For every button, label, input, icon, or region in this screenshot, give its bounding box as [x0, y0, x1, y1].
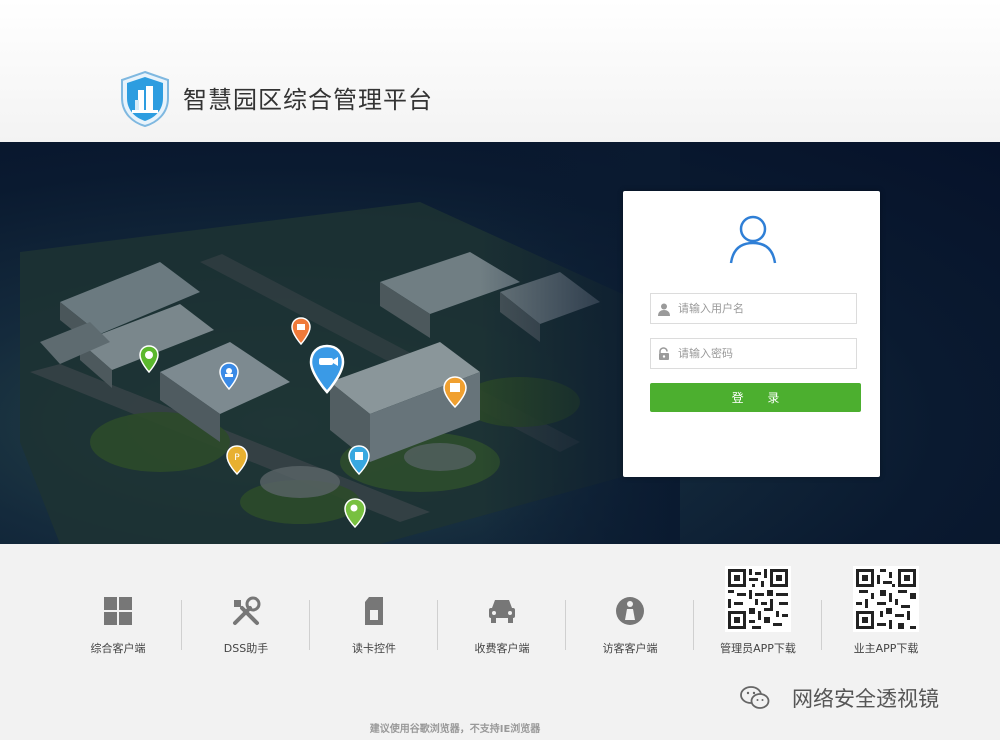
download-admin-app[interactable]: 管理员APP下载: [694, 544, 822, 674]
download-label: 业主APP下载: [853, 642, 919, 655]
tools-icon: [233, 596, 261, 625]
watermark-text: 网络安全透视镜: [792, 687, 939, 711]
download-label: 管理员APP下载: [720, 642, 796, 655]
pin-camera-icon[interactable]: [309, 344, 345, 394]
windows-icon: [104, 597, 132, 625]
shield-building-icon: [121, 70, 169, 128]
download-label: DSS助手: [223, 642, 269, 655]
download-label: 读卡控件: [352, 642, 396, 655]
download-card-reader-plugin[interactable]: 读卡控件: [310, 544, 438, 674]
password-input[interactable]: [678, 339, 853, 368]
username-input[interactable]: [678, 294, 853, 323]
qr-code-icon: [853, 566, 919, 632]
browser-recommendation: 建议使用谷歌浏览器，不支持IE浏览器: [369, 724, 541, 735]
pin-amber-icon[interactable]: [443, 376, 467, 408]
download-bar: 综合客户端 DSS助手 读卡控件 收费客户端 访客客户端 管理员APP下载 业主…: [0, 544, 1000, 740]
download-owner-app[interactable]: 业主APP下载: [822, 544, 950, 674]
sd-card-icon: [365, 597, 383, 625]
download-label: 访客客户端: [602, 642, 658, 655]
download-visitor-client[interactable]: 访客客户端: [566, 544, 694, 674]
lock-icon: [659, 347, 669, 360]
qr-code-icon: [725, 566, 791, 632]
page-header: 智慧园区综合管理平台: [0, 0, 1000, 142]
pin-orange-icon[interactable]: [291, 317, 311, 345]
download-label: 收费客户端: [474, 642, 530, 655]
username-field: [650, 293, 857, 324]
download-label: 综合客户端: [90, 642, 146, 655]
pin-green-icon[interactable]: [139, 345, 159, 373]
pin-lime-icon[interactable]: [344, 498, 366, 528]
car-icon: [489, 600, 515, 623]
login-panel: 登 录: [623, 191, 880, 477]
wechat-icon: [740, 686, 770, 709]
login-button[interactable]: 登 录: [650, 383, 861, 412]
pin-blue-icon[interactable]: [219, 362, 239, 390]
password-field: [650, 338, 857, 369]
page-title: 智慧园区综合管理平台: [183, 86, 433, 114]
user-avatar-icon: [729, 215, 777, 264]
svg-text:P: P: [234, 453, 240, 463]
download-dss-assistant[interactable]: DSS助手: [182, 544, 310, 674]
visitor-icon: [616, 597, 644, 625]
pin-parking-icon[interactable]: P: [226, 445, 248, 475]
download-toll-client[interactable]: 收费客户端: [438, 544, 566, 674]
user-icon: [658, 303, 670, 316]
pin-light-blue-icon[interactable]: [348, 445, 370, 475]
download-desktop-client[interactable]: 综合客户端: [54, 544, 182, 674]
